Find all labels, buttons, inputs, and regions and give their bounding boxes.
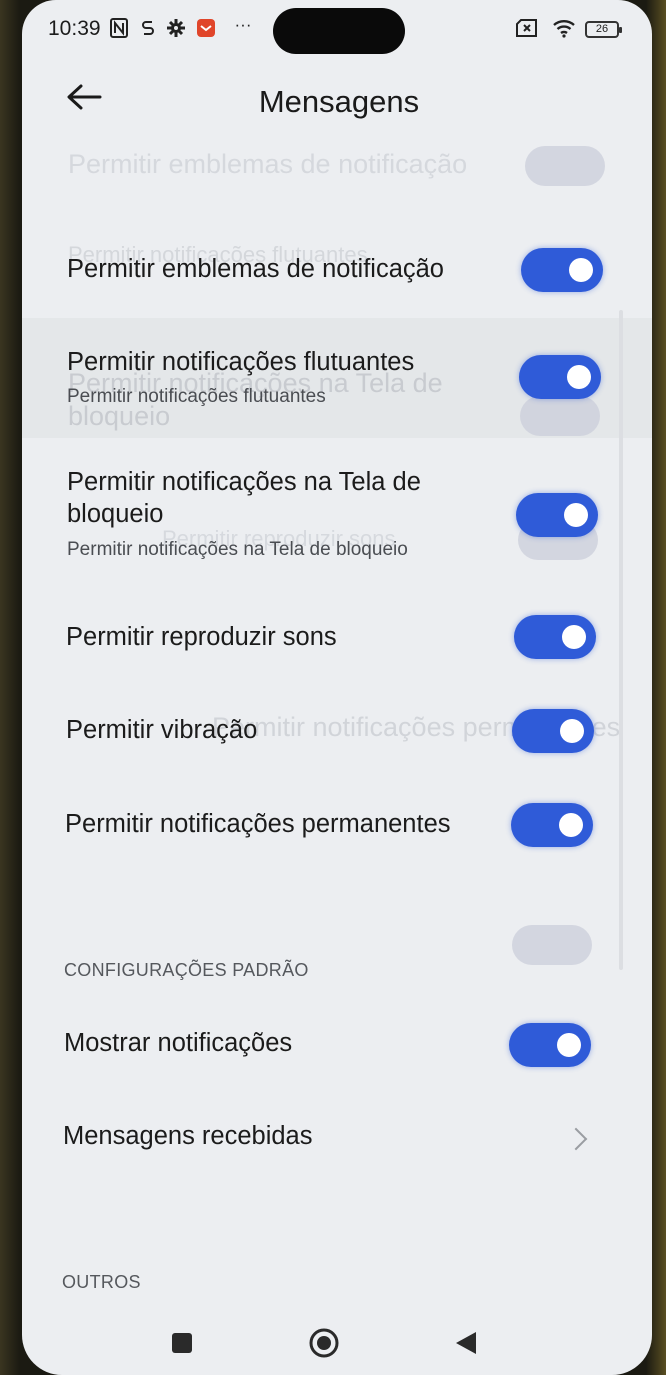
row-title: Mostrar notificações (64, 1029, 293, 1057)
row-subtitle: Permitir notificações flutuantes (67, 386, 326, 407)
setting-row-permanent[interactable]: Permitir notificações permanentes (22, 797, 652, 853)
toggle-show-notifications[interactable] (509, 1023, 591, 1067)
battery-icon: 26 (585, 21, 622, 38)
nfc-icon (109, 17, 129, 39)
row-title-line2: bloqueio (67, 500, 164, 528)
setting-row-show-notifications[interactable]: Mostrar notificações (22, 1015, 652, 1073)
row-subtitle: Permitir notificações na Tela de bloquei… (67, 539, 408, 560)
status-time: 10:39 (48, 17, 101, 40)
triangle-back-icon[interactable] (448, 1325, 484, 1361)
page-title: Mensagens (258, 84, 420, 119)
more-icon: ··· (234, 15, 252, 34)
row-title: Permitir emblemas de notificação (67, 255, 444, 283)
ghost-toggle (512, 925, 592, 965)
status-bar: 10:39 ··· 26 (22, 0, 652, 62)
row-title-line1: Permitir notificações na Tela de (67, 468, 421, 496)
app-notification-icon (195, 17, 217, 39)
row-title: Permitir notificações permanentes (65, 810, 451, 838)
setting-row-sounds[interactable]: Permitir reproduzir sons (22, 610, 652, 666)
section-header-others: OUTROS (62, 1272, 141, 1292)
setting-row-lockscreen[interactable]: Permitir notificações na Tela de bloquei… (22, 462, 652, 572)
toggle-sounds[interactable] (514, 615, 596, 659)
screen: Permitir emblemas de notificação Permiti… (22, 0, 652, 1375)
toggle-floating[interactable] (519, 355, 601, 399)
data-saver-icon (139, 17, 157, 39)
toggle-badges[interactable] (521, 248, 603, 292)
camera-notch (273, 8, 405, 54)
row-title: Permitir vibração (66, 716, 258, 744)
toggle-vibration[interactable] (512, 709, 594, 753)
toggle-permanent[interactable] (511, 803, 593, 847)
ghost-text: Permitir emblemas de notificação (68, 149, 468, 179)
setting-row-badges[interactable]: Permitir emblemas de notificação (22, 240, 652, 300)
ghost-toggle (525, 146, 605, 186)
chevron-right-icon (564, 1127, 588, 1151)
row-title: Permitir reproduzir sons (66, 623, 337, 651)
wifi-icon (551, 17, 577, 39)
gear-icon (166, 17, 186, 39)
square-recents-icon[interactable] (164, 1325, 200, 1361)
setting-row-vibration[interactable]: Permitir vibração (22, 703, 652, 759)
row-title: Permitir notificações flutuantes (67, 348, 415, 376)
setting-row-received-messages[interactable]: Mensagens recebidas (22, 1108, 652, 1166)
circle-home-icon[interactable] (306, 1325, 342, 1361)
sim-x-icon (515, 17, 539, 39)
setting-row-floating[interactable]: Permitir notificações flutuantes Permiti… (22, 335, 652, 415)
row-title: Mensagens recebidas (63, 1122, 313, 1150)
section-header-defaults: CONFIGURAÇÕES PADRÃO (64, 960, 309, 980)
toggle-lockscreen[interactable] (516, 493, 598, 537)
